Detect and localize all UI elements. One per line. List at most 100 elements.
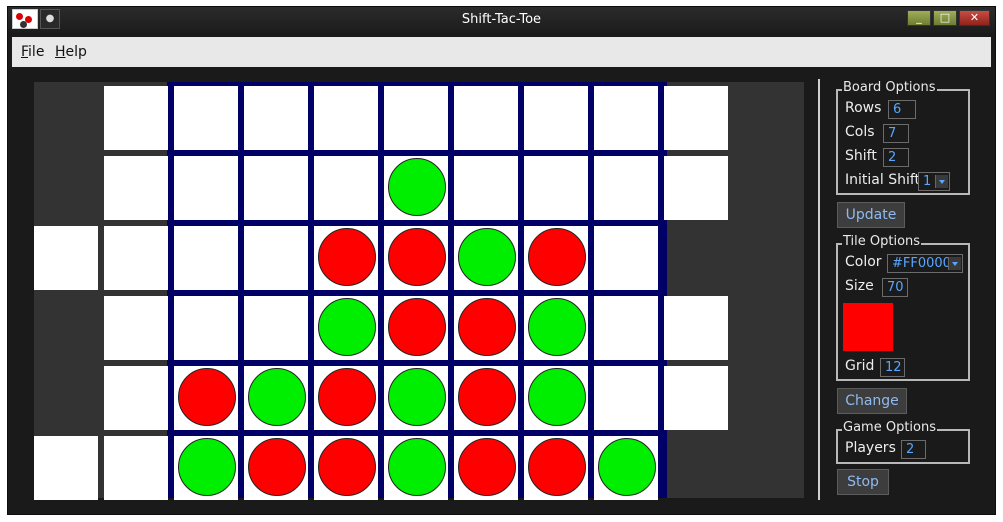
board-cell[interactable] <box>594 226 658 290</box>
board-cell[interactable] <box>664 296 728 360</box>
rows-input[interactable]: 6 <box>888 100 916 119</box>
board-cell[interactable] <box>384 366 448 430</box>
board-cell[interactable] <box>594 156 658 220</box>
red-piece <box>318 228 376 286</box>
size-label: Size <box>845 278 874 294</box>
board-cell[interactable] <box>524 86 588 150</box>
green-piece <box>178 438 236 496</box>
board-cell[interactable] <box>384 156 448 220</box>
board-cell[interactable] <box>104 226 168 290</box>
stop-button[interactable]: Stop <box>837 469 889 495</box>
board-cell[interactable] <box>244 226 308 290</box>
menu-help[interactable]: Help <box>55 44 87 60</box>
board-cell[interactable] <box>314 366 378 430</box>
tile-color-swatch <box>843 303 893 351</box>
board-cell[interactable] <box>524 296 588 360</box>
board-cell[interactable] <box>174 296 238 360</box>
board-cell[interactable] <box>454 366 518 430</box>
board-cell[interactable] <box>594 436 658 500</box>
board-cell[interactable] <box>244 296 308 360</box>
red-piece <box>458 438 516 496</box>
board-cell[interactable] <box>174 156 238 220</box>
red-piece <box>388 298 446 356</box>
board-cell[interactable] <box>454 226 518 290</box>
board-cell[interactable] <box>384 226 448 290</box>
game-options-title: Game Options <box>842 420 937 435</box>
board-cell[interactable] <box>244 436 308 500</box>
board-cell[interactable] <box>314 436 378 500</box>
board-cell[interactable] <box>384 86 448 150</box>
cols-input[interactable]: 7 <box>883 124 909 143</box>
red-piece <box>318 438 376 496</box>
board-cell[interactable] <box>454 436 518 500</box>
green-piece <box>388 438 446 496</box>
board-cell[interactable] <box>314 156 378 220</box>
board-cell[interactable] <box>454 156 518 220</box>
menu-bar: File Help <box>12 37 991 67</box>
green-piece <box>248 368 306 426</box>
board-cell[interactable] <box>524 226 588 290</box>
size-input[interactable]: 70 <box>882 278 908 297</box>
color-label: Color <box>845 254 882 270</box>
board-cell[interactable] <box>594 86 658 150</box>
red-piece <box>178 368 236 426</box>
board-cell[interactable] <box>384 436 448 500</box>
shift-label: Shift <box>845 148 877 164</box>
green-piece <box>318 298 376 356</box>
initial-shift-label: Initial Shift <box>845 172 921 188</box>
shift-input[interactable]: 2 <box>883 148 909 167</box>
panel-divider <box>818 79 820 500</box>
board-cell[interactable] <box>454 296 518 360</box>
board-cell[interactable] <box>314 86 378 150</box>
board-cell[interactable] <box>594 366 658 430</box>
chevron-down-icon[interactable] <box>948 257 961 270</box>
green-piece <box>528 368 586 426</box>
board-cell[interactable] <box>664 366 728 430</box>
red-piece <box>528 438 586 496</box>
board-cell[interactable] <box>174 436 238 500</box>
close-button[interactable]: ✕ <box>959 10 990 26</box>
board-cell[interactable] <box>34 226 98 290</box>
board-cell[interactable] <box>244 156 308 220</box>
board-cell[interactable] <box>174 86 238 150</box>
red-piece <box>388 228 446 286</box>
grid-input[interactable]: 12 <box>880 358 905 377</box>
red-piece <box>458 368 516 426</box>
menu-file[interactable]: File <box>21 44 44 60</box>
board-cell[interactable] <box>314 226 378 290</box>
board-cell[interactable] <box>384 296 448 360</box>
board-cell[interactable] <box>174 366 238 430</box>
board-cell[interactable] <box>314 296 378 360</box>
board-cell[interactable] <box>104 86 168 150</box>
color-select[interactable]: #FF0000 <box>887 254 963 273</box>
board-cell[interactable] <box>104 156 168 220</box>
initial-shift-select[interactable]: 1 <box>918 172 950 191</box>
board-cell[interactable] <box>524 156 588 220</box>
board-cell[interactable] <box>244 366 308 430</box>
change-button[interactable]: Change <box>837 388 907 414</box>
green-piece <box>388 158 446 216</box>
board-cell[interactable] <box>104 436 168 500</box>
board-cell[interactable] <box>664 156 728 220</box>
red-piece <box>528 228 586 286</box>
board-cell[interactable] <box>244 86 308 150</box>
board-cell[interactable] <box>524 366 588 430</box>
app-window: ● Shift-Tac-Toe _ □ ✕ File Help Board Op… <box>7 6 996 515</box>
chevron-down-icon[interactable] <box>935 175 948 188</box>
maximize-button[interactable]: □ <box>933 10 957 26</box>
board-cell[interactable] <box>174 226 238 290</box>
board-cell[interactable] <box>34 436 98 500</box>
board-cell[interactable] <box>454 86 518 150</box>
update-button[interactable]: Update <box>837 202 905 228</box>
green-piece <box>458 228 516 286</box>
title-bar[interactable]: ● Shift-Tac-Toe _ □ ✕ <box>8 7 995 33</box>
board-cell[interactable] <box>594 296 658 360</box>
board-cell[interactable] <box>104 296 168 360</box>
board-cell[interactable] <box>664 86 728 150</box>
red-piece <box>318 368 376 426</box>
board-cell[interactable] <box>524 436 588 500</box>
minimize-button[interactable]: _ <box>907 10 931 26</box>
players-input[interactable]: 2 <box>901 440 926 459</box>
board-cell[interactable] <box>104 366 168 430</box>
cols-label: Cols <box>845 124 875 140</box>
